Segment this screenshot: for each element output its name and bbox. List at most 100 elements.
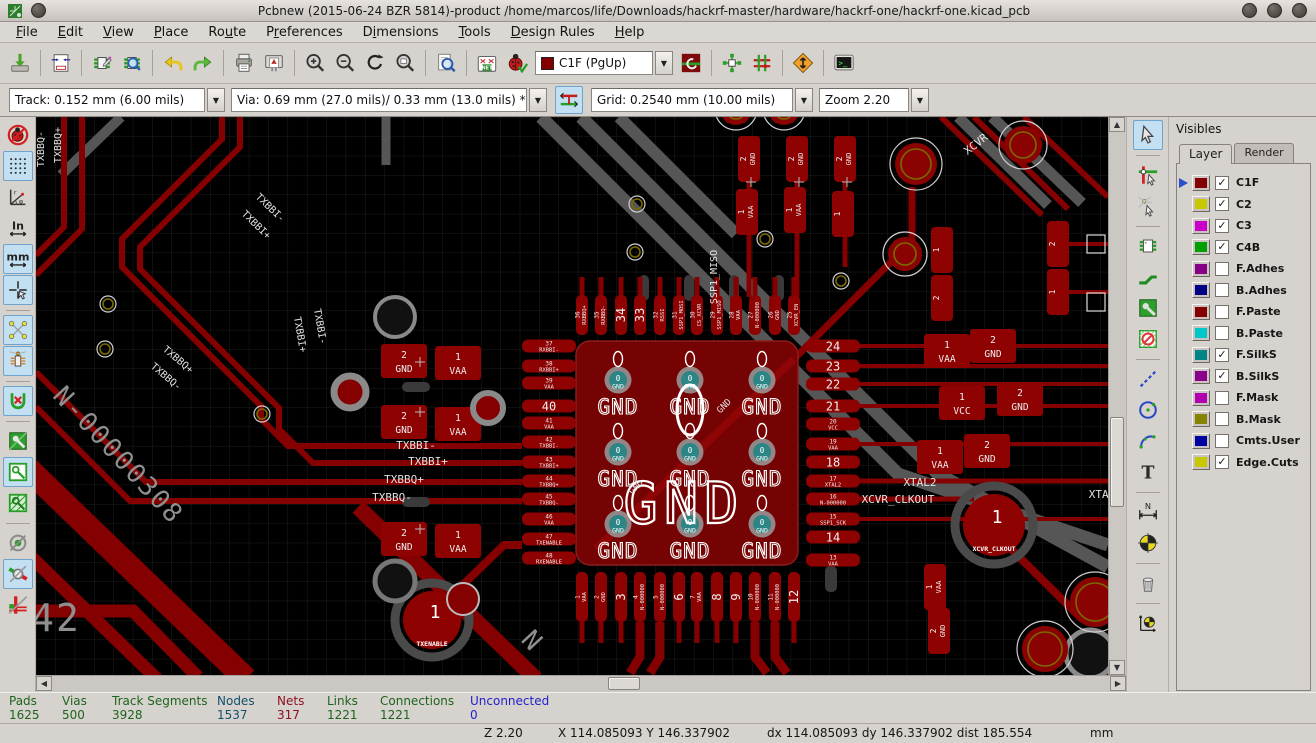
script-button[interactable]: >_: [830, 49, 858, 77]
add-zone-button[interactable]: [1133, 293, 1163, 323]
menu-item-preferences[interactable]: Preferences: [256, 24, 352, 41]
highlight-net-button[interactable]: [1133, 160, 1163, 190]
cursor-shape-button[interactable]: [3, 275, 33, 305]
layer-name[interactable]: Edge.Cuts: [1236, 456, 1299, 469]
layer-color-button[interactable]: [1192, 454, 1210, 470]
layer-visible-checkbox[interactable]: ✓: [1215, 240, 1229, 254]
layer-visible-checkbox[interactable]: ✓: [1215, 455, 1229, 469]
layer-name[interactable]: B.SilkS: [1236, 370, 1279, 383]
add-dim-button[interactable]: N: [1133, 497, 1163, 527]
add-target-button[interactable]: [1133, 528, 1163, 558]
scroll-right-icon[interactable]: ▶: [1110, 676, 1126, 691]
save-button[interactable]: [6, 49, 34, 77]
fp-edit-button[interactable]: [88, 49, 116, 77]
drill-origin-button[interactable]: [1133, 608, 1163, 638]
layer-name[interactable]: C4B: [1236, 241, 1260, 254]
drc-button[interactable]: [503, 49, 531, 77]
scroll-down-icon[interactable]: ▼: [1109, 660, 1125, 675]
layer-name[interactable]: C3: [1236, 219, 1252, 232]
zoom-in-button[interactable]: [301, 49, 329, 77]
layer-name[interactable]: Cmts.User: [1236, 434, 1300, 447]
layer-name[interactable]: B.Adhes: [1236, 284, 1287, 297]
delete-button[interactable]: [1133, 568, 1163, 598]
contrast-high-button[interactable]: [3, 559, 33, 589]
layer-color-button[interactable]: [1192, 433, 1210, 449]
pcb-canvas[interactable]: 0GNDGND0GNDGND0GNDGND0GNDGND0GNDGND0GNDG…: [36, 117, 1108, 675]
tab-render[interactable]: Render: [1234, 143, 1293, 163]
layer-visible-checkbox[interactable]: [1215, 412, 1229, 426]
layer-visible-checkbox[interactable]: ✓: [1215, 348, 1229, 362]
track-via-size-button[interactable]: [555, 86, 583, 114]
add-circle-button[interactable]: [1133, 395, 1163, 425]
add-module-button[interactable]: [1133, 231, 1163, 261]
menu-item-file[interactable]: File: [6, 24, 48, 41]
maximize-button[interactable]: [1267, 3, 1282, 18]
netlist-button[interactable]: NET: [473, 49, 501, 77]
menu-item-tools[interactable]: Tools: [449, 24, 501, 41]
layer-color-button[interactable]: [1192, 175, 1210, 191]
layer-name[interactable]: C1F: [1236, 176, 1259, 189]
redo-button[interactable]: [189, 49, 217, 77]
active-layer-select[interactable]: C1F (PgUp)▼: [535, 51, 673, 75]
layer-visible-checkbox[interactable]: [1215, 262, 1229, 276]
microvia-button[interactable]: [677, 49, 705, 77]
zone-fill-button[interactable]: [3, 426, 33, 456]
zoom-redraw-button[interactable]: [361, 49, 389, 77]
layer-color-button[interactable]: [1192, 368, 1210, 384]
layer-color-button[interactable]: [1192, 239, 1210, 255]
layer-name[interactable]: B.Mask: [1236, 413, 1281, 426]
vertical-scroll-thumb[interactable]: [1110, 417, 1124, 507]
layer-color-button[interactable]: [1192, 347, 1210, 363]
zoom-out-button[interactable]: [331, 49, 359, 77]
layer-visible-checkbox[interactable]: ✓: [1215, 197, 1229, 211]
layer-name[interactable]: F.Mask: [1236, 391, 1278, 404]
tab-layer[interactable]: Layer: [1179, 144, 1232, 164]
zoom-select[interactable]: Zoom 2.20 ▼: [819, 88, 929, 112]
automode-button[interactable]: [748, 49, 776, 77]
drc-off-button[interactable]: [3, 120, 33, 150]
layer-visible-checkbox[interactable]: [1215, 305, 1229, 319]
sheet-button[interactable]: [47, 49, 75, 77]
spread-button[interactable]: [718, 49, 746, 77]
layer-visible-checkbox[interactable]: ✓: [1215, 219, 1229, 233]
layer-color-button[interactable]: [1192, 325, 1210, 341]
layer-visible-checkbox[interactable]: [1215, 434, 1229, 448]
horizontal-scrollbar[interactable]: ◀ ▶: [36, 675, 1126, 692]
chevron-down-icon[interactable]: ▼: [207, 88, 225, 112]
plot-button[interactable]: [260, 49, 288, 77]
fp-browse-button[interactable]: [118, 49, 146, 77]
add-track-button[interactable]: [1133, 262, 1163, 292]
grid-dots-button[interactable]: [3, 151, 33, 181]
menu-item-edit[interactable]: Edit: [48, 24, 93, 41]
vertical-scrollbar[interactable]: ▲ ▼: [1108, 117, 1126, 675]
add-text-button[interactable]: T: [1133, 457, 1163, 487]
mod-ratsnest-button[interactable]: [3, 346, 33, 376]
ratsnest-button[interactable]: [3, 315, 33, 345]
window-menu-button[interactable]: [31, 3, 46, 18]
menu-item-view[interactable]: View: [93, 24, 144, 41]
layer-visible-checkbox[interactable]: [1215, 326, 1229, 340]
chevron-down-icon[interactable]: ▼: [911, 88, 929, 112]
menu-item-help[interactable]: Help: [605, 24, 655, 41]
menu-item-dimensions[interactable]: Dimensions: [353, 24, 449, 41]
contrast-norm-button[interactable]: [3, 528, 33, 558]
scroll-left-icon[interactable]: ◀: [36, 676, 52, 691]
zone-outline-button[interactable]: [3, 457, 33, 487]
menu-item-place[interactable]: Place: [144, 24, 199, 41]
find-button[interactable]: [432, 49, 460, 77]
layer-color-button[interactable]: [1192, 390, 1210, 406]
chevron-down-icon[interactable]: ▼: [795, 88, 813, 112]
layer-color-button[interactable]: [1192, 411, 1210, 427]
print-button[interactable]: [230, 49, 258, 77]
layer-color-button[interactable]: [1192, 304, 1210, 320]
layer-color-button[interactable]: [1192, 218, 1210, 234]
layer-visible-checkbox[interactable]: ✓: [1215, 176, 1229, 190]
freeroute-button[interactable]: [789, 49, 817, 77]
units-in-button[interactable]: In: [3, 213, 33, 243]
layer-color-button[interactable]: [1192, 196, 1210, 212]
layer-name[interactable]: F.SilkS: [1236, 348, 1277, 361]
close-button[interactable]: [1292, 3, 1307, 18]
local-ratsnest-button[interactable]: [1133, 191, 1163, 221]
add-arc-button[interactable]: [1133, 426, 1163, 456]
add-keepout-button[interactable]: [1133, 324, 1163, 354]
